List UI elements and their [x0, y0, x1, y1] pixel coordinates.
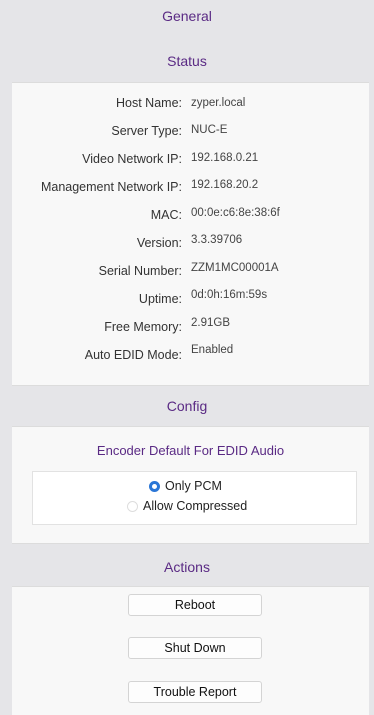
status-row-video-network-ip: Video Network IP: 192.168.0.21 — [12, 152, 369, 172]
status-label: Management Network IP: — [40, 180, 182, 194]
radio-label: Allow Compressed — [143, 499, 248, 513]
status-value: 0d:0h:16m:59s — [191, 289, 268, 301]
status-row-mac: MAC: 00:0e:c6:8e:38:6f — [12, 207, 369, 228]
status-header: Status — [167, 53, 207, 69]
status-value: NUC-E — [191, 124, 228, 136]
status-label: Auto EDID Mode: — [84, 348, 182, 362]
actions-header: Actions — [164, 559, 210, 575]
status-row-free-memory: Free Memory: 2.91GB — [12, 317, 369, 340]
radio-label: Only PCM — [165, 479, 222, 493]
encoder-default-edid-audio-title: Encoder Default For EDID Audio — [96, 443, 285, 458]
shut-down-button[interactable]: Shut Down — [128, 637, 262, 659]
status-row-management-network-ip: Management Network IP: 192.168.20.2 — [12, 179, 369, 200]
radio-option-allow-compressed[interactable]: Allow Compressed — [33, 499, 356, 517]
status-row-server-type: Server Type: NUC-E — [12, 124, 369, 144]
radio-option-only-pcm[interactable]: Only PCM — [33, 479, 356, 497]
status-label: Version: — [136, 236, 182, 250]
config-panel: Encoder Default For EDID Audio Only PCM … — [12, 426, 369, 544]
status-value: zyper.local — [191, 97, 246, 109]
general-settings-page: General Status Host Name: zyper.local Se… — [0, 0, 374, 715]
status-label: Serial Number: — [98, 264, 182, 278]
radio-selected-icon[interactable] — [149, 480, 160, 492]
actions-panel: Reboot Shut Down Trouble Report — [12, 586, 369, 715]
status-row-uptime: Uptime: 0d:0h:16m:59s — [12, 289, 369, 312]
status-label: Server Type: — [111, 124, 182, 138]
status-value: 2.91GB — [191, 317, 230, 329]
config-header: Config — [166, 398, 208, 414]
status-value: 192.168.20.2 — [191, 179, 259, 191]
status-row-version: Version: 3.3.39706 — [12, 234, 369, 256]
status-value: ZZM1MC00001A — [191, 262, 279, 274]
status-row-auto-edid-mode: Auto EDID Mode: Enabled — [12, 344, 369, 368]
status-label: Video Network IP: — [82, 152, 182, 166]
reboot-button[interactable]: Reboot — [128, 594, 262, 616]
status-panel: Host Name: zyper.local Server Type: NUC-… — [12, 82, 369, 386]
status-label: Uptime: — [138, 292, 182, 306]
general-header: General — [162, 8, 212, 24]
status-value: 00:0e:c6:8e:38:6f — [191, 207, 280, 219]
status-value: 192.168.0.21 — [191, 152, 259, 164]
edid-audio-radio-group: Only PCM Allow Compressed — [32, 471, 357, 525]
status-label: Host Name: — [116, 96, 182, 110]
status-label: Free Memory: — [104, 320, 182, 334]
status-value: Enabled — [191, 344, 234, 356]
status-label: MAC: — [150, 208, 182, 222]
trouble-report-button[interactable]: Trouble Report — [128, 681, 262, 703]
radio-unselected-icon[interactable] — [127, 500, 138, 512]
status-row-host-name: Host Name: zyper.local — [12, 96, 369, 116]
status-row-serial-number: Serial Number: ZZM1MC00001A — [12, 262, 369, 284]
status-value: 3.3.39706 — [191, 234, 243, 246]
